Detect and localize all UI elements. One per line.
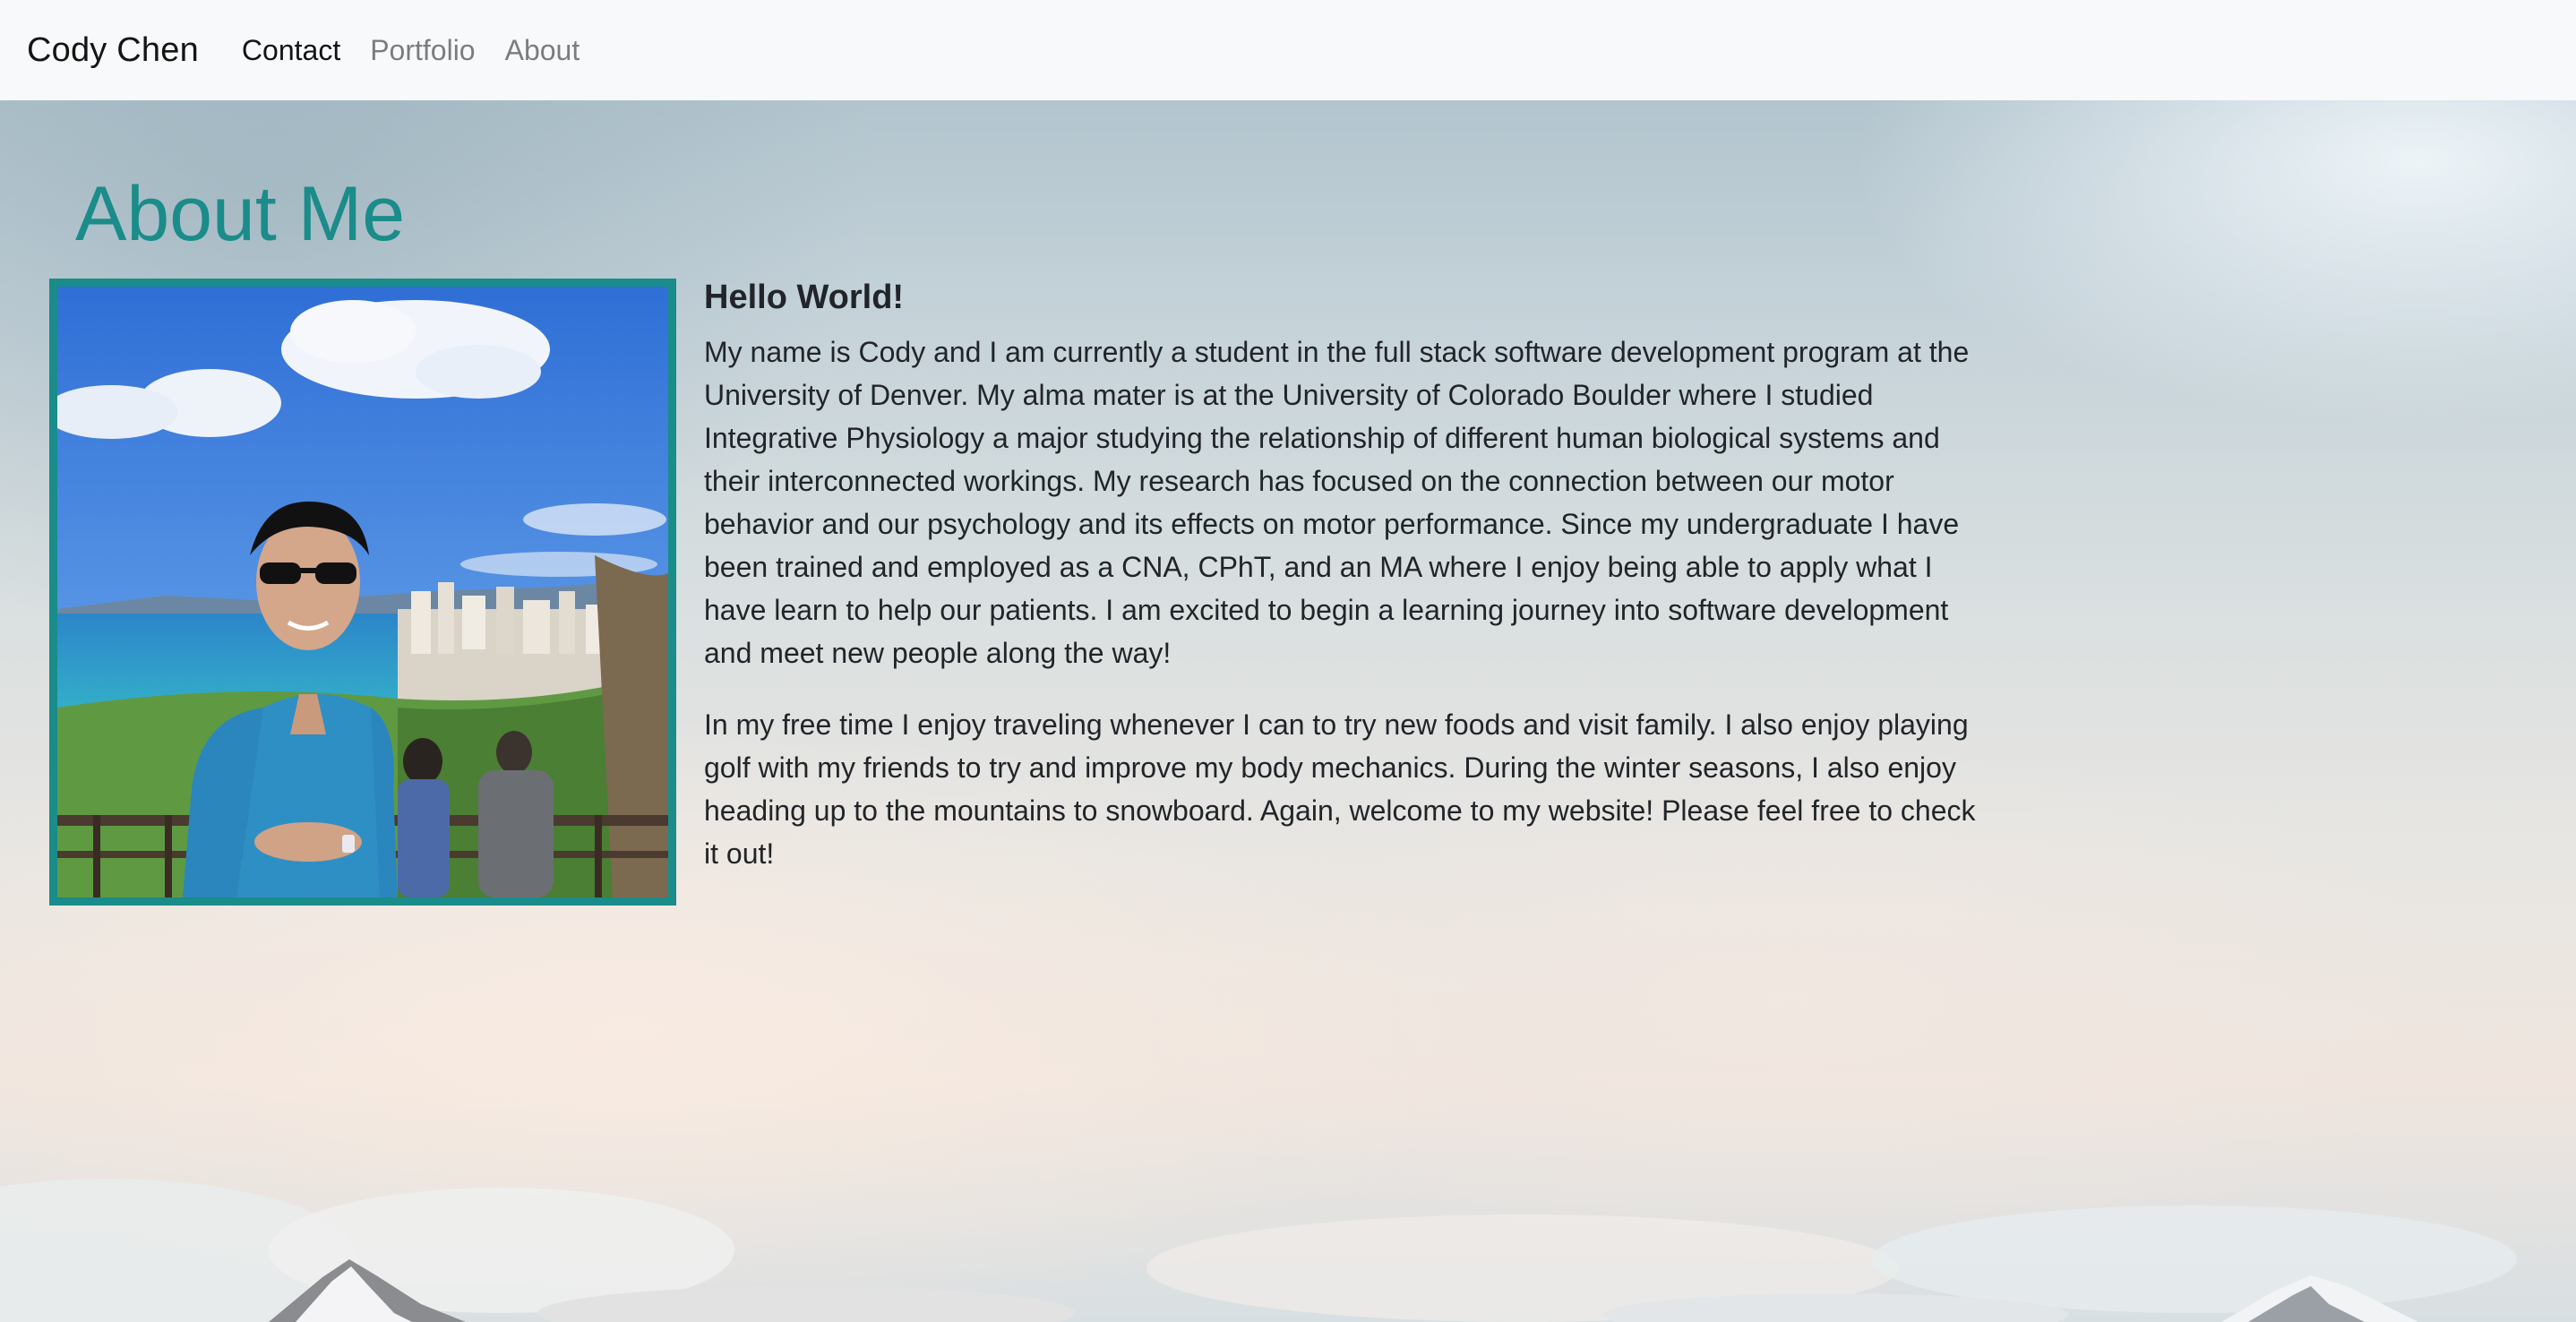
navbar: Cody Chen Contact Portfolio About [0, 0, 2576, 100]
about-paragraph-2: In my free time I enjoy traveling whenev… [704, 708, 1976, 871]
nav-link-about[interactable]: About [505, 34, 580, 67]
nav-link-contact[interactable]: Contact [242, 34, 340, 67]
profile-photo [49, 279, 676, 906]
nav-link-portfolio[interactable]: Portfolio [370, 34, 475, 67]
brand-link[interactable]: Cody Chen [27, 31, 199, 70]
about-content: Hello World! My name is Cody and I am cu… [704, 276, 1994, 904]
section-subtitle: Hello World! [704, 279, 905, 316]
page-title: About Me [75, 171, 406, 257]
background-mountain-clouds [0, 1179, 2517, 1322]
profile-photo-image [57, 287, 668, 897]
about-paragraph-1: My name is Cody and I am currently a stu… [704, 336, 1970, 670]
